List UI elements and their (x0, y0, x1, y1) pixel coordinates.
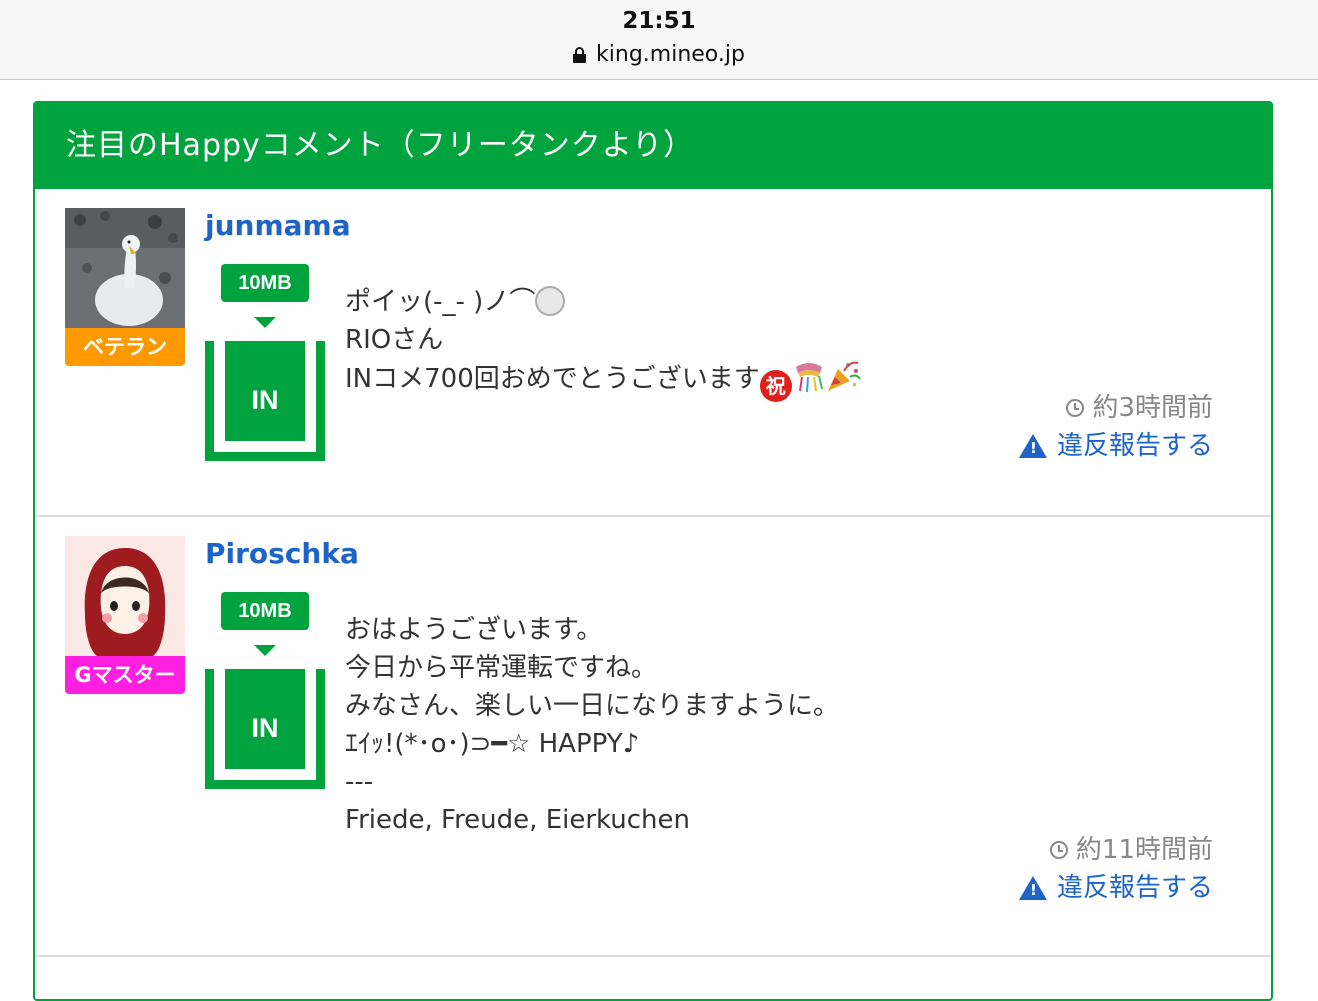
mb-badge: 10MB (221, 264, 309, 302)
comment-line: --- (345, 767, 374, 797)
rank-badge: ベテラン (65, 328, 185, 366)
comment-item: ベテラン junmama 10MB IN ポイッ(-_- )ノ⌒ RIOさん I… (35, 189, 1271, 517)
warning-icon: ! (1018, 434, 1047, 458)
iwai-emoji: 祝 (759, 370, 792, 402)
clock-icon (1049, 841, 1068, 859)
comment-body: ポイッ(-_- )ノ⌒ RIOさん INコメ700回おめでとうございます祝 (345, 283, 862, 402)
timestamp: 約11時間前 (1075, 835, 1213, 865)
comment-line: ｴｲｯ!(*･o･)⊃━☆ HAPPY♪ (345, 729, 640, 759)
report-label: 違反報告する (1056, 431, 1213, 461)
direction-label: IN (225, 341, 305, 441)
lock-icon (573, 46, 587, 63)
swan-avatar-image (65, 208, 185, 328)
volleyball-emoji (535, 286, 566, 316)
comment-line: 今日から平常運転ですね。 (345, 653, 658, 683)
kusudama-emoji (792, 359, 826, 393)
timestamp-row: 約11時間前 (1019, 831, 1213, 869)
comment-line: RIOさん (345, 325, 444, 355)
comment-line: おはようございます。 (345, 615, 603, 645)
avatar[interactable]: Gマスター (65, 536, 185, 694)
warning-icon: ! (1018, 876, 1047, 900)
address-bar[interactable]: king.mineo.jp (0, 42, 1318, 67)
tank-in-icon: IN (205, 669, 325, 789)
happy-comments-panel: 注目のHappyコメント（フリータンクより） ベテラン junmama 10MB… (33, 101, 1273, 1001)
comment-line: みなさん、楽しい一日になりますように。 (345, 691, 840, 721)
hood-girl-avatar-image (65, 536, 185, 656)
timestamp-row: 約3時間前 (1019, 389, 1213, 427)
url-text: king.mineo.jp (596, 42, 745, 67)
comment-line: ポイッ(-_- )ノ⌒ (345, 287, 536, 317)
clock-icon (1066, 399, 1085, 417)
comment-line: INコメ700回おめでとうございます (345, 364, 760, 394)
report-link[interactable]: ! 違反報告する (1018, 427, 1213, 465)
comment-meta: 約11時間前 ! 違反報告する (1018, 831, 1213, 907)
mb-badge: 10MB (221, 592, 309, 630)
avatar[interactable]: ベテラン (65, 208, 185, 366)
comment-body: おはようございます。 今日から平常運転ですね。 みなさん、楽しい一日になりますよ… (345, 611, 839, 839)
username-link[interactable]: Piroschka (205, 537, 359, 570)
rank-badge: Gマスター (65, 656, 185, 694)
status-time: 21:51 (622, 8, 696, 34)
browser-status-bar: 21:51 king.mineo.jp (0, 0, 1318, 80)
party-popper-emoji (826, 359, 862, 393)
username-link[interactable]: junmama (205, 209, 351, 242)
tank-in-icon: IN (205, 341, 325, 461)
down-arrow-icon (254, 317, 276, 328)
timestamp: 約3時間前 (1092, 393, 1213, 423)
panel-title: 注目のHappyコメント（フリータンクより） (35, 103, 1271, 189)
comment-meta: 約3時間前 ! 違反報告する (1018, 389, 1213, 465)
comment-line: Friede, Freude, Eierkuchen (345, 805, 691, 835)
report-link[interactable]: ! 違反報告する (1018, 869, 1213, 907)
direction-label: IN (225, 669, 305, 769)
comment-item: Gマスター Piroschka 10MB IN おはようございます。 今日から平… (35, 517, 1271, 957)
down-arrow-icon (254, 645, 276, 656)
report-label: 違反報告する (1056, 873, 1213, 903)
